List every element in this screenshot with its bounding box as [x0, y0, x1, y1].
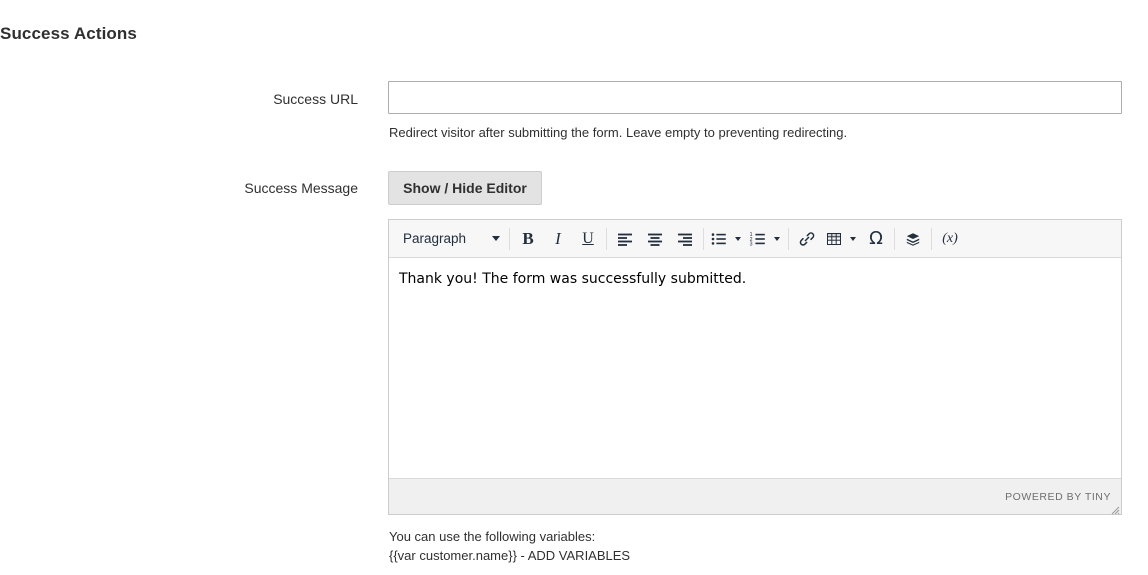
editor-content-area[interactable]: Thank you! The form was successfully sub…: [389, 258, 1121, 477]
widget-stack-icon: [906, 232, 920, 246]
toolbar-separator: [894, 227, 895, 250]
table-icon: [826, 232, 841, 245]
format-select-label: Paragraph: [403, 231, 467, 246]
success-message-label: Success Message: [244, 180, 358, 196]
show-hide-editor-button[interactable]: Show / Hide Editor: [388, 171, 542, 205]
variables-note-line2[interactable]: {{var customer.name}} - ADD VARIABLES: [389, 546, 630, 565]
align-right-icon: [678, 233, 692, 246]
bullet-list-dropdown[interactable]: [730, 224, 746, 254]
editor-content-text: Thank you! The form was successfully sub…: [399, 271, 747, 287]
italic-icon: I: [555, 228, 561, 248]
page-title: Success Actions: [0, 24, 137, 44]
bold-icon: B: [522, 228, 534, 248]
toolbar-separator: [606, 227, 607, 250]
table-button[interactable]: [822, 224, 861, 254]
bullet-list-main[interactable]: [707, 224, 730, 254]
align-left-icon: [618, 233, 632, 246]
rich-text-editor[interactable]: Paragraph B I U 1 2 3 Ω (x) Thank you! T…: [388, 219, 1122, 515]
numbered-list-dropdown[interactable]: [769, 224, 785, 254]
bullet-list-icon: [711, 232, 726, 245]
insert-variable-button[interactable]: (x): [935, 224, 965, 254]
align-left-button[interactable]: [610, 224, 640, 254]
chevron-down-icon: [850, 236, 856, 241]
variables-note: You can use the following variables: {{v…: [389, 527, 630, 565]
variable-icon: (x): [942, 230, 958, 246]
table-dropdown[interactable]: [845, 224, 861, 254]
success-url-input[interactable]: [388, 81, 1122, 114]
underline-button[interactable]: U: [573, 224, 603, 254]
insert-widget-button[interactable]: [898, 224, 928, 254]
toolbar-separator: [931, 227, 932, 250]
omega-icon: Ω: [869, 228, 883, 249]
align-right-button[interactable]: [670, 224, 700, 254]
special-character-button[interactable]: Ω: [861, 224, 891, 254]
table-main[interactable]: [822, 224, 845, 254]
toolbar-separator: [703, 227, 704, 250]
align-center-icon: [648, 233, 662, 246]
chevron-down-icon: [774, 236, 780, 241]
bullet-list-button[interactable]: [707, 224, 746, 254]
numbered-list-main[interactable]: 1 2 3: [746, 224, 769, 254]
success-url-note: Redirect visitor after submitting the fo…: [389, 125, 848, 140]
editor-toolbar: Paragraph B I U 1 2 3 Ω (x): [389, 220, 1121, 258]
link-icon: [799, 231, 815, 246]
editor-statusbar: POWERED BY TINY: [389, 478, 1121, 515]
success-url-label: Success URL: [273, 91, 358, 107]
align-center-button[interactable]: [640, 224, 670, 254]
chevron-down-icon: [492, 236, 500, 241]
powered-by-tiny-label: POWERED BY TINY: [1005, 490, 1111, 503]
resize-grip-icon[interactable]: [1109, 502, 1120, 515]
variables-note-line1: You can use the following variables:: [389, 529, 596, 544]
bold-button[interactable]: B: [513, 224, 543, 254]
format-select[interactable]: Paragraph: [394, 224, 506, 254]
numbered-list-icon: 1 2 3: [749, 232, 765, 247]
svg-text:3: 3: [749, 241, 752, 247]
chevron-down-icon: [735, 236, 741, 241]
toolbar-separator: [509, 227, 510, 250]
toolbar-separator: [788, 227, 789, 250]
link-button[interactable]: [792, 224, 822, 254]
underline-icon: U: [582, 229, 594, 247]
numbered-list-button[interactable]: 1 2 3: [746, 224, 785, 254]
italic-button[interactable]: I: [543, 224, 573, 254]
